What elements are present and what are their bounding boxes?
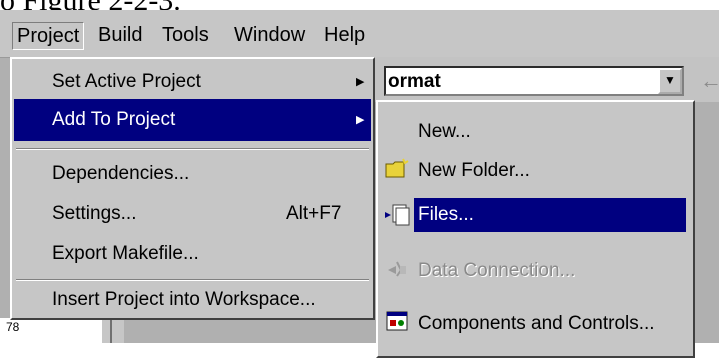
menu-tools[interactable]: Tools — [158, 22, 213, 48]
menu-item-export-makefile[interactable]: Export Makefile... — [14, 233, 371, 275]
submenu-item-data-connection[interactable]: Data Connection... — [378, 243, 691, 298]
data-connection-icon — [388, 261, 406, 277]
workspace-pane: 78 — [0, 318, 100, 343]
chevron-down-icon: ▼ — [664, 73, 676, 87]
workspace-fragment: 78 — [6, 320, 20, 334]
folder-icon — [385, 158, 409, 178]
menu-item-add-to-project[interactable]: Add To Project ▶ — [14, 99, 371, 141]
menu-help[interactable]: Help — [320, 22, 369, 48]
combo-dropdown-button[interactable]: ▼ — [658, 68, 682, 94]
menu-window[interactable]: Window — [230, 22, 309, 48]
add-to-project-submenu: New... New Folder... Files... Data Conne… — [376, 100, 695, 358]
menu-item-insert-project[interactable]: Insert Project into Workspace... — [14, 282, 371, 318]
menu-item-settings[interactable]: Settings... Alt+F7 — [14, 193, 371, 235]
back-arrow-icon[interactable]: ← — [700, 68, 719, 94]
menu-separator — [16, 148, 369, 150]
submenu-arrow-icon: ▶ — [356, 76, 365, 88]
project-menu: Set Active Project ▶ Add To Project ▶ De… — [10, 57, 375, 320]
menu-item-dependencies[interactable]: Dependencies... — [14, 153, 371, 195]
submenu-item-files[interactable]: Files... — [378, 188, 691, 243]
combo-value: ormat — [388, 71, 441, 92]
files-icon — [385, 204, 410, 226]
components-icon — [386, 311, 408, 331]
configuration-combo[interactable]: ormat ▼ — [384, 66, 684, 96]
menu-project[interactable]: Project — [12, 22, 85, 50]
settings-shortcut: Alt+F7 — [286, 203, 342, 224]
splitter-bar[interactable] — [100, 318, 124, 343]
menu-bar: Project Build Tools Window Help — [0, 10, 719, 58]
submenu-arrow-icon: ▶ — [356, 114, 365, 126]
menu-separator — [16, 279, 369, 281]
menu-build[interactable]: Build — [94, 22, 146, 48]
menu-item-set-active-project[interactable]: Set Active Project ▶ — [14, 61, 371, 103]
